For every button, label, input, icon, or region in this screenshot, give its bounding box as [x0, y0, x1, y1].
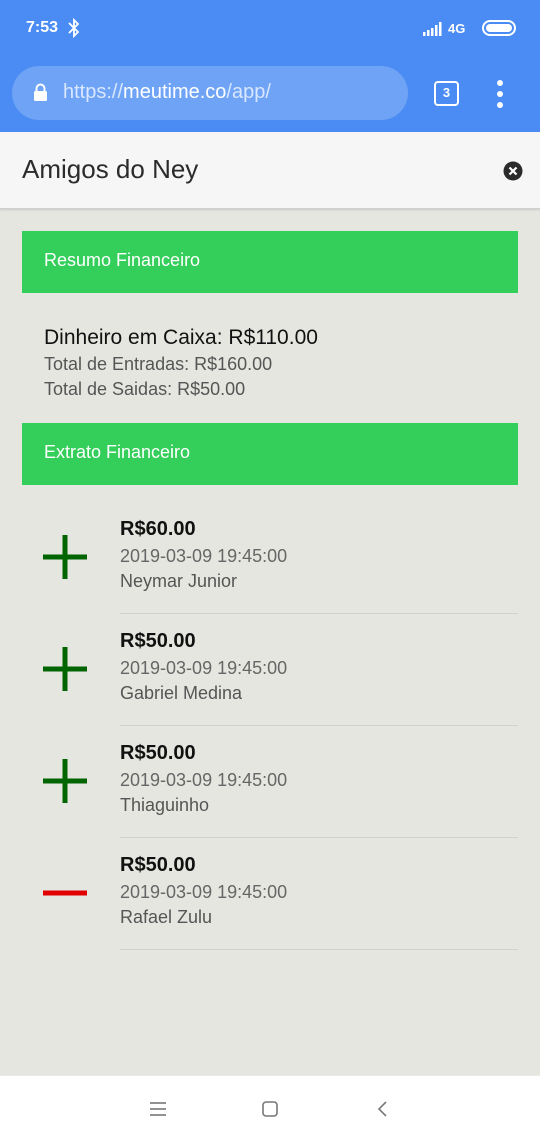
url-scheme: https:// [63, 81, 124, 103]
plus-icon [43, 647, 87, 691]
battery-icon [482, 20, 516, 36]
system-nav-bar [0, 1075, 540, 1140]
transaction-date: 2019-03-09 19:45:00 [120, 770, 288, 790]
transaction-date: 2019-03-09 19:45:00 [120, 882, 288, 902]
url-path: /app/ [226, 81, 271, 103]
transaction-amount: R$50.00 [120, 630, 196, 652]
url-text: https://meutime.co/app/ [63, 81, 271, 104]
transaction-row[interactable]: R$50.00 2019-03-09 19:45:00 Thiaguinho [22, 726, 518, 838]
transaction-member: Thiaguinho [120, 795, 210, 815]
cash-balance: Dinheiro em Caixa: R$110.00 [44, 326, 318, 349]
page-title: Amigos do Ney [22, 154, 199, 184]
network-type: 4G [448, 21, 466, 36]
statement-section-header: Extrato Financeiro [22, 423, 518, 485]
transaction-member: Rafael Zulu [120, 907, 213, 927]
transaction-amount: R$60.00 [120, 518, 196, 540]
address-bar[interactable]: https://meutime.co/app/ [12, 66, 408, 120]
transaction-row[interactable]: R$50.00 2019-03-09 19:45:00 Rafael Zulu [22, 838, 518, 950]
status-time: 7:53 [26, 19, 59, 36]
overflow-menu-icon[interactable] [490, 80, 510, 108]
transaction-row[interactable]: R$50.00 2019-03-09 19:45:00 Gabriel Medi… [22, 614, 518, 726]
transaction-member: Gabriel Medina [120, 683, 243, 703]
recent-apps-icon[interactable] [149, 1100, 167, 1118]
minus-icon [43, 890, 87, 896]
status-bar: 7:53 4G [0, 0, 540, 56]
transaction-row[interactable]: R$60.00 2019-03-09 19:45:00 Neymar Junio… [22, 502, 518, 614]
transaction-amount: R$50.00 [120, 854, 196, 876]
plus-icon [43, 759, 87, 803]
home-icon[interactable] [261, 1100, 279, 1118]
bluetooth-icon [68, 18, 80, 38]
divider [120, 949, 518, 950]
browser-toolbar: https://meutime.co/app/ 3 [0, 56, 540, 132]
back-icon[interactable] [374, 1100, 392, 1118]
lock-icon [34, 83, 47, 101]
plus-icon [43, 535, 87, 579]
close-icon[interactable] [503, 161, 523, 181]
url-host: meutime.co [123, 81, 227, 103]
signal-icon [423, 22, 442, 36]
total-expenses: Total de Saidas: R$50.00 [44, 379, 246, 399]
transaction-date: 2019-03-09 19:45:00 [120, 658, 288, 678]
transaction-member: Neymar Junior [120, 571, 238, 591]
transaction-date: 2019-03-09 19:45:00 [120, 546, 288, 566]
transaction-amount: R$50.00 [120, 742, 196, 764]
app-header: Amigos do Ney [0, 132, 540, 209]
summary-section-header: Resumo Financeiro [22, 231, 518, 293]
tabs-button[interactable]: 3 [434, 81, 459, 106]
total-income: Total de Entradas: R$160.00 [44, 354, 273, 374]
